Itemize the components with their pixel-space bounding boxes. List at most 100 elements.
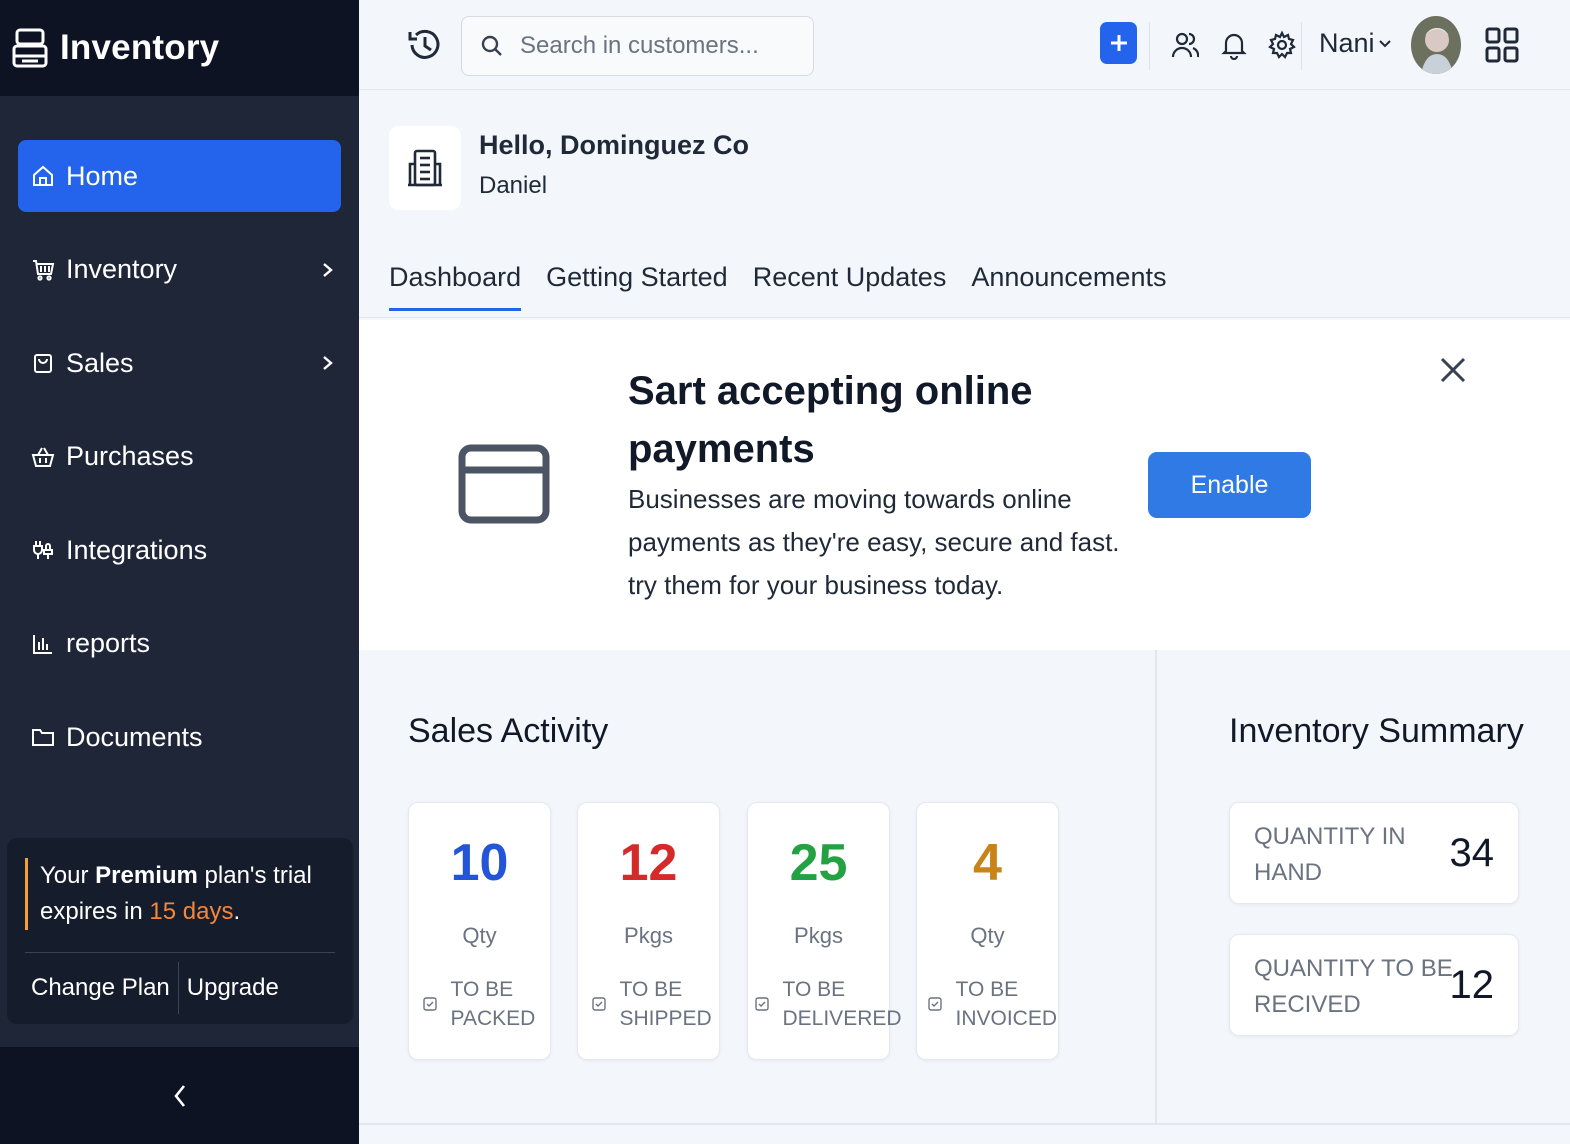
sidebar-item-purchases[interactable]: Purchases bbox=[18, 421, 341, 493]
upgrade-link[interactable]: Upgrade bbox=[187, 974, 279, 1002]
summary-value: 12 bbox=[1449, 963, 1495, 1007]
close-icon[interactable] bbox=[1437, 354, 1469, 386]
tab-announcements[interactable]: Announcements bbox=[971, 262, 1166, 307]
avatar-image bbox=[1411, 16, 1461, 74]
trial-days: 15 days bbox=[149, 898, 234, 925]
trial-panel: Your Premium plan's trial expires in 15 … bbox=[7, 838, 353, 1024]
greeting-title: Hello, Dominguez Co bbox=[479, 130, 749, 160]
sales-activity-title: Sales Activity bbox=[408, 712, 609, 750]
sidebar-item-label: Integrations bbox=[66, 534, 208, 565]
section-divider bbox=[1155, 650, 1157, 1124]
section-bottom-border bbox=[359, 1123, 1570, 1125]
building-icon bbox=[408, 149, 442, 187]
summary-card-quantity-in-hand[interactable]: QUANTITY IN HAND 34 bbox=[1229, 802, 1519, 904]
activity-unit: Qty bbox=[462, 923, 497, 948]
activity-unit: Pkgs bbox=[624, 923, 673, 948]
app-title: Inventory bbox=[60, 28, 220, 67]
activity-value: 12 bbox=[619, 834, 678, 892]
activity-card-to-be-shipped[interactable]: 12 Pkgs TO BE SHIPPED bbox=[577, 802, 720, 1060]
sidebar-item-label: Sales bbox=[66, 347, 134, 378]
check-circle-icon bbox=[591, 997, 606, 1011]
check-circle-icon bbox=[422, 997, 437, 1011]
activity-label: TO BE SHIPPED bbox=[619, 978, 712, 1030]
activity-card-to-be-delivered[interactable]: 25 Pkgs TO BE DELIVERED bbox=[747, 802, 902, 1060]
chevron-down-icon bbox=[1378, 39, 1391, 47]
search-box[interactable] bbox=[461, 16, 814, 76]
brand[interactable]: Inventory bbox=[0, 0, 359, 96]
sidebar-item-label: Inventory bbox=[66, 254, 178, 284]
summary-card-quantity-to-be-received[interactable]: QUANTITY TO BE RECIVED 12 bbox=[1229, 934, 1519, 1036]
activity-label: TO BE DELIVERED bbox=[782, 978, 902, 1030]
enable-button[interactable]: Enable bbox=[1148, 452, 1311, 518]
sidebar-item-label: reports bbox=[66, 628, 151, 658]
sidebar-item-documents[interactable]: Documents bbox=[18, 701, 341, 773]
gear-icon[interactable] bbox=[1268, 30, 1296, 60]
toolbar-separator bbox=[1301, 22, 1302, 70]
sidebar-item-label: Home bbox=[66, 160, 139, 191]
quick-create-button[interactable] bbox=[1100, 22, 1137, 64]
summary-label: QUANTITY IN HAND bbox=[1254, 823, 1406, 886]
toolbar-separator bbox=[1149, 22, 1150, 70]
avatar[interactable] bbox=[1411, 16, 1461, 74]
trial-actions: Change Plan Upgrade bbox=[31, 962, 279, 1014]
tabs-divider bbox=[359, 317, 1570, 318]
activity-unit: Qty bbox=[970, 923, 1005, 948]
banner-title: Sart accepting online payments bbox=[628, 369, 1033, 471]
sidebar-item-label: Documents bbox=[66, 721, 203, 752]
activity-value: 4 bbox=[973, 834, 1002, 892]
bar-chart-icon bbox=[30, 631, 56, 657]
credit-card-icon bbox=[458, 444, 550, 524]
folder-icon bbox=[30, 724, 56, 750]
app-grid-icon[interactable] bbox=[1485, 26, 1519, 64]
cart-icon bbox=[30, 257, 56, 283]
trial-divider bbox=[25, 952, 335, 953]
sidebar-nav: Home Inventory Sales Purchases Integrati… bbox=[18, 140, 341, 795]
users-icon[interactable] bbox=[1171, 30, 1199, 60]
activity-card-to-be-packed[interactable]: 10 Qty TO BE PACKED bbox=[408, 802, 551, 1060]
top-bar: Nani bbox=[359, 0, 1570, 90]
bell-icon[interactable] bbox=[1220, 30, 1248, 60]
chevron-right-icon bbox=[323, 356, 333, 370]
activity-value: 25 bbox=[789, 834, 848, 892]
search-input[interactable] bbox=[520, 32, 810, 60]
activity-value: 10 bbox=[450, 834, 509, 892]
shopping-bag-icon bbox=[30, 350, 56, 376]
search-icon bbox=[481, 35, 502, 56]
sidebar-collapse-button[interactable] bbox=[0, 1047, 359, 1144]
activity-card-to-be-invoiced[interactable]: 4 Qty TO BE INVOICED bbox=[916, 802, 1059, 1060]
check-circle-icon bbox=[927, 997, 942, 1011]
history-icon[interactable] bbox=[406, 26, 442, 64]
sidebar-item-integrations[interactable]: Integrations bbox=[18, 514, 341, 586]
tab-dashboard[interactable]: Dashboard bbox=[389, 262, 522, 311]
chevron-right-icon bbox=[323, 262, 333, 277]
tab-recent-updates[interactable]: Recent Updates bbox=[753, 262, 947, 307]
organization-badge bbox=[389, 126, 461, 210]
change-plan-link[interactable]: Change Plan bbox=[31, 974, 170, 1002]
activity-unit: Pkgs bbox=[794, 923, 843, 948]
plug-icon bbox=[30, 537, 56, 563]
chevron-left-icon bbox=[173, 1084, 185, 1107]
sidebar-item-home[interactable]: Home bbox=[18, 140, 341, 212]
home-icon bbox=[30, 163, 56, 189]
check-circle-icon bbox=[754, 997, 769, 1011]
sidebar: Inventory Home Inventory Sales Purchases… bbox=[0, 0, 359, 1144]
activity-label: TO BE INVOICED bbox=[955, 978, 1058, 1030]
basket-icon bbox=[30, 444, 56, 470]
user-name: Nani bbox=[1319, 28, 1375, 58]
sidebar-item-label: Purchases bbox=[66, 441, 194, 471]
tab-getting-started[interactable]: Getting Started bbox=[546, 262, 728, 307]
summary-value: 34 bbox=[1449, 831, 1495, 875]
inventory-summary-title: Inventory Summary bbox=[1229, 712, 1524, 750]
banner-body: Businesses are moving towards online pay… bbox=[628, 484, 1120, 600]
plan-name: Premium bbox=[95, 862, 198, 889]
trial-link-separator bbox=[177, 962, 179, 1014]
sidebar-item-sales[interactable]: Sales bbox=[18, 327, 341, 399]
plus-icon bbox=[1110, 35, 1127, 51]
activity-label: TO BE PACKED bbox=[450, 978, 536, 1030]
user-menu[interactable]: Nani bbox=[1319, 28, 1392, 59]
sidebar-item-inventory[interactable]: Inventory bbox=[18, 234, 341, 306]
sidebar-item-reports[interactable]: reports bbox=[18, 608, 341, 680]
online-payments-banner: Sart accepting online payments Businesse… bbox=[359, 320, 1570, 650]
greeting-user: Daniel bbox=[479, 172, 548, 199]
trial-message: Your Premium plan's trial expires in 15 … bbox=[25, 858, 335, 930]
